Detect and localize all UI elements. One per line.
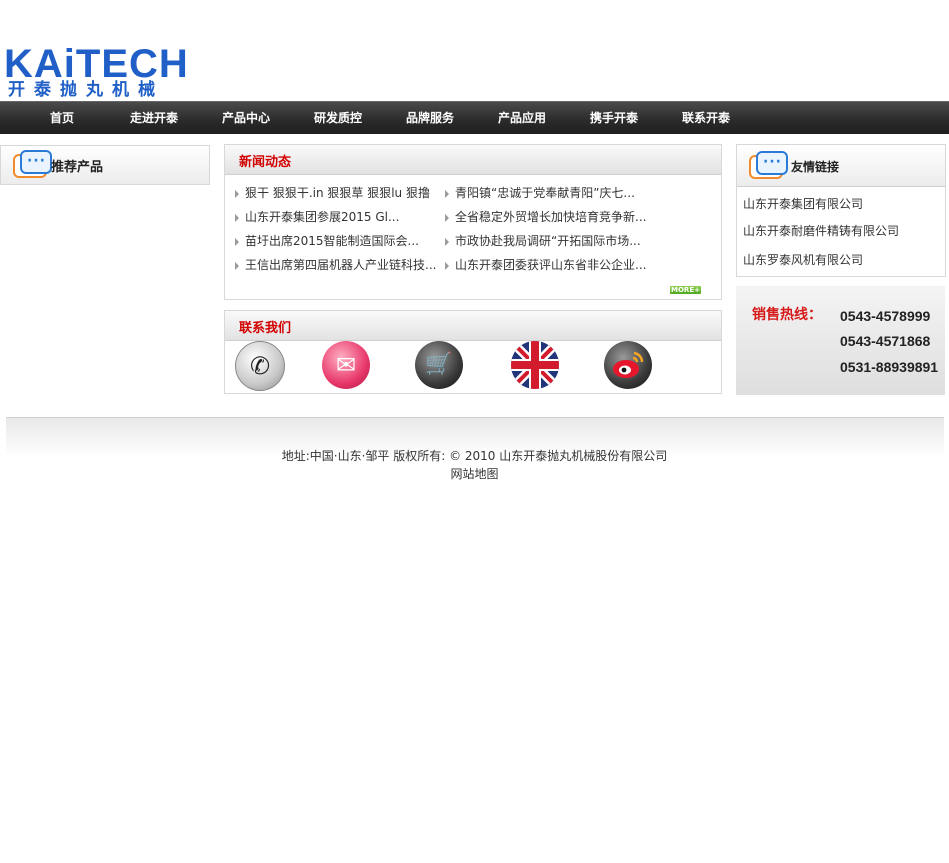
recommended-products-title: 推荐产品	[51, 160, 104, 175]
news-item[interactable]: 苗圩出席2015智能制造国际会...	[235, 232, 419, 249]
hotline-label: 销售热线：	[752, 307, 822, 323]
nav-item-brand-service[interactable]: 品牌服务	[384, 102, 476, 134]
nav-item-cooperate[interactable]: 携手开泰	[568, 102, 660, 134]
news-header: 新闻动态	[225, 145, 721, 175]
contact-title: 联系我们	[239, 321, 292, 336]
hotline-number: 0543-4578999	[840, 308, 931, 324]
arrow-icon	[445, 213, 449, 222]
news-title: 新闻动态	[239, 155, 292, 170]
news-item[interactable]: 狠干 狠狠干.in 狠狠草 狠狠lu 狠撸	[235, 184, 430, 201]
more-button[interactable]: MORE+	[670, 286, 701, 294]
contact-header: 联系我们	[225, 311, 721, 341]
friend-link[interactable]: 山东开泰耐磨件精铸有限公司	[743, 222, 899, 239]
arrow-icon	[445, 237, 449, 246]
footer-copyright: 地址:中国·山东·邹平 版权所有: © 2010 山东开泰抛丸机械股份有限公司	[281, 449, 668, 463]
arrow-icon	[235, 261, 239, 270]
email-icon[interactable]: ✉	[322, 341, 370, 389]
news-item[interactable]: 山东开泰集团参展2015 Gl...	[235, 208, 399, 225]
phone-icon[interactable]: ✆	[235, 341, 285, 391]
nav-item-products[interactable]: 产品中心	[200, 102, 292, 134]
friend-links-title: 友情链接	[791, 160, 840, 174]
chat-bubble-icon: ···	[749, 151, 788, 183]
sales-hotline-banner: 销售热线： 0543-4578999 0543-4571868 0531-889…	[736, 286, 945, 395]
contact-box: 联系我们 ✆ ✉ 🛒	[224, 310, 722, 394]
nav-item-applications[interactable]: 产品应用	[476, 102, 568, 134]
news-item[interactable]: 山东开泰团委获评山东省非公企业...	[445, 256, 646, 273]
hotline-number: 0531-88939891	[840, 359, 939, 375]
recommended-products-box: ··· 推荐产品	[0, 145, 210, 185]
chat-bubble-icon: ···	[13, 150, 52, 182]
arrow-icon	[235, 237, 239, 246]
logo-brand: KAiTECH	[4, 42, 189, 86]
logo[interactable]: KAiTECH 开泰抛丸机械	[4, 44, 188, 102]
nav-item-about[interactable]: 走进开泰	[108, 102, 200, 134]
weibo-icon[interactable]	[604, 341, 652, 389]
friend-links-header: ··· 友情链接	[737, 145, 945, 187]
news-box: 新闻动态 狠干 狠狠干.in 狠狠草 狠狠lu 狠撸 山东开泰集团参展2015 …	[224, 144, 722, 300]
nav-item-contact[interactable]: 联系开泰	[660, 102, 752, 134]
arrow-icon	[445, 189, 449, 198]
shopping-cart-icon[interactable]: 🛒	[415, 341, 463, 389]
friend-link[interactable]: 山东开泰集团有限公司	[743, 195, 863, 212]
friend-link[interactable]: 山东罗泰风机有限公司	[743, 251, 863, 268]
main-nav: 首页 走进开泰 产品中心 研发质控 品牌服务 产品应用 携手开泰 联系开泰	[0, 101, 949, 134]
news-item[interactable]: 全省稳定外贸增长加快培育竞争新...	[445, 208, 646, 225]
news-item[interactable]: 王信出席第四届机器人产业链科技...	[235, 256, 436, 273]
arrow-icon	[235, 189, 239, 198]
sitemap-link[interactable]: 网站地图	[0, 465, 949, 482]
hotline-number: 0543-4571868	[840, 333, 931, 349]
news-item[interactable]: 市政协赴我局调研“开拓国际市场...	[445, 232, 641, 249]
nav-item-home[interactable]: 首页	[16, 102, 108, 134]
english-flag-icon[interactable]	[511, 341, 559, 389]
logo-subtitle: 开泰抛丸机械	[8, 80, 164, 100]
friend-links-box: ··· 友情链接 山东开泰集团有限公司 山东开泰耐磨件精铸有限公司 山东罗泰风机…	[736, 144, 946, 277]
arrow-icon	[235, 213, 239, 222]
nav-item-rd[interactable]: 研发质控	[292, 102, 384, 134]
arrow-icon	[445, 261, 449, 270]
news-item[interactable]: 青阳镇“忠诚于党奉献青阳”庆七...	[445, 184, 635, 201]
